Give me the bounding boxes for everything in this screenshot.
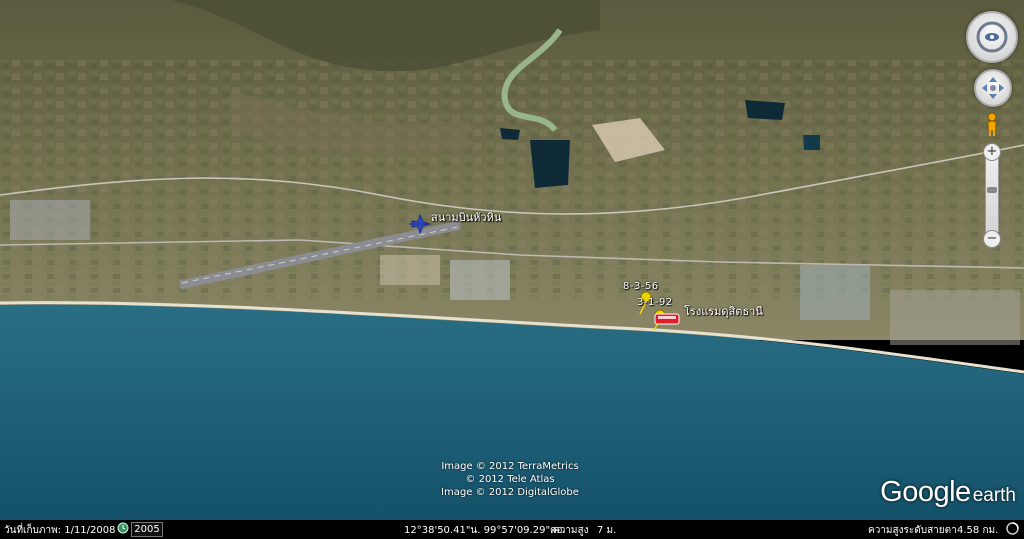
logo-main: Google	[880, 476, 971, 508]
historical-year-box[interactable]: 2005	[131, 522, 163, 537]
street-view-person-icon	[987, 112, 997, 136]
urban-area	[380, 255, 440, 285]
street-view-control[interactable]	[983, 111, 1001, 137]
placemark-label[interactable]: 3-1-92	[637, 297, 673, 308]
google-earth-window: สนามบินหัวหิน 8-3-56 3-1-92 โรงแรมดุสิตธ…	[0, 0, 1024, 539]
zoom-in-icon: +	[986, 144, 998, 159]
zoom-in-button[interactable]: +	[983, 143, 1001, 161]
elevation-value: 7 ม.	[597, 525, 617, 536]
stream-circle-icon	[1006, 522, 1019, 538]
urban-area	[10, 200, 90, 240]
move-control[interactable]	[974, 69, 1012, 107]
logo-suffix: earth	[972, 485, 1016, 506]
look-around-control[interactable]	[966, 11, 1018, 63]
imagery-attribution: Image © 2012 TerraMetrics © 2012 Tele At…	[430, 460, 590, 499]
attribution-line: © 2012 Tele Atlas	[465, 474, 555, 485]
lake	[500, 128, 520, 140]
eye-altitude-value: 4.58 กม.	[957, 525, 999, 536]
satellite-map[interactable]	[0, 0, 1024, 520]
zoom-out-button[interactable]: −	[983, 230, 1001, 248]
coordinates-readout: 12°38'50.41"น. 99°57'09.29"ตอ.	[404, 525, 566, 536]
urban-area	[800, 265, 870, 320]
clock-icon[interactable]	[117, 522, 129, 537]
airport-label[interactable]: สนามบินหัวหิน	[431, 208, 501, 226]
attribution-line: Image © 2012 TerraMetrics	[441, 461, 579, 472]
hotel-icon[interactable]	[654, 313, 680, 325]
attribution-line: Image © 2012 DigitalGlobe	[441, 487, 579, 498]
move-arrows-icon	[982, 77, 1004, 99]
google-earth-logo: Google earth	[880, 476, 1016, 509]
lake	[530, 140, 570, 188]
placemark-label[interactable]: 8-3-56	[623, 281, 659, 292]
zoom-out-icon: −	[986, 231, 998, 246]
urban-area	[890, 290, 1020, 345]
imagery-date: วันที่เก็บภาพ: 1/11/2008	[4, 525, 116, 536]
lake	[745, 100, 785, 120]
eye-altitude-label: ความสูงระดับสายตา	[868, 525, 957, 536]
urban-area	[450, 260, 510, 300]
elevation-label: ความสูง	[553, 525, 589, 536]
look-around-icon	[976, 21, 1008, 53]
zoom-slider-thumb[interactable]	[987, 187, 997, 193]
hotel-label[interactable]: โรงแรมดุสิตธานี	[684, 302, 763, 320]
lake	[803, 135, 820, 150]
